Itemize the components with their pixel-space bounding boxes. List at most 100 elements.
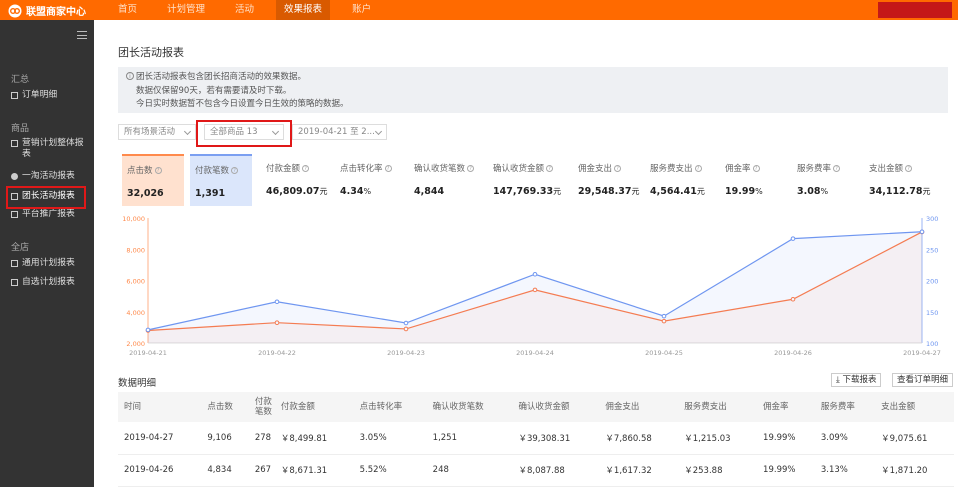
sidebar-item-marketing-plan[interactable]: 营销计划整体报表 bbox=[11, 138, 91, 160]
button-label: 下载报表 bbox=[842, 375, 877, 385]
metric-unit: 元 bbox=[922, 187, 931, 196]
metric-value-row: 19.99% bbox=[725, 186, 788, 197]
table-cell: ￥1,215.03 bbox=[678, 422, 758, 455]
help-icon[interactable]: ? bbox=[546, 164, 554, 172]
metric-value: 32,026 bbox=[127, 188, 164, 199]
column-header[interactable]: 点击数 bbox=[201, 392, 249, 422]
menu-toggle-icon[interactable] bbox=[77, 31, 87, 39]
metric-card[interactable]: 付款笔数? 1,391 bbox=[190, 154, 252, 206]
metric-card[interactable]: 点击数? 32,026 bbox=[122, 154, 184, 206]
metric-unit: % bbox=[755, 187, 763, 196]
metric-label-text: 支出金额 bbox=[869, 164, 904, 174]
share-icon bbox=[11, 211, 18, 218]
sidebar-item-etao[interactable]: 一淘活动报表 bbox=[11, 171, 75, 182]
help-icon[interactable]: ? bbox=[833, 164, 841, 172]
metric-label: 服务费支出? bbox=[650, 162, 717, 174]
detail-table: 时间 点击数 付款笔数 付款金额 点击转化率 确认收货笔数 确认收货金额 佣金支出 服务费支出佣… bbox=[118, 392, 954, 487]
y-left-tick-label: 2,000 bbox=[126, 340, 145, 348]
data-point bbox=[403, 320, 409, 326]
table-cell: 2019-04-26 bbox=[118, 454, 202, 487]
sidebar-item-custom-plan[interactable]: 自选计划报表 bbox=[11, 277, 75, 288]
metric-value-row: 4,564.41元 bbox=[650, 186, 717, 197]
help-icon[interactable]: ? bbox=[384, 164, 392, 172]
sidebar-item-platform[interactable]: 平台推广报表 bbox=[11, 209, 75, 220]
y-right-tick-label: 200 bbox=[926, 278, 938, 286]
column-header[interactable]: 支出金额 bbox=[875, 392, 954, 422]
metric-card[interactable]: 佣金支出? 29,548.37元 bbox=[573, 154, 641, 206]
column-header[interactable]: 付款笔数 bbox=[248, 392, 275, 422]
help-icon[interactable]: ? bbox=[231, 166, 239, 174]
download-report-button[interactable]: ⤓ 下载报表 bbox=[831, 373, 882, 387]
sidebar-item-order-detail[interactable]: 订单明细 bbox=[11, 90, 57, 101]
metric-card[interactable]: 确认收货笔数? 4,844 bbox=[409, 154, 484, 206]
sidebar: 汇总 订单明细 商品 营销计划整体报表 一淘活动报表 团长活动报表 平台推广报表… bbox=[0, 20, 94, 487]
metric-unit: % bbox=[820, 187, 829, 196]
column-header[interactable]: 服务费率 bbox=[814, 392, 876, 422]
column-header[interactable]: 时间 bbox=[118, 392, 202, 422]
nav-home[interactable]: 首页 bbox=[118, 0, 137, 20]
metric-card[interactable]: 付款金额? 46,809.07元 bbox=[261, 154, 331, 206]
help-icon[interactable]: ? bbox=[905, 164, 913, 172]
help-icon[interactable]: ? bbox=[614, 164, 622, 172]
table-cell: 9,106 bbox=[201, 422, 249, 455]
metric-label-text: 佣金支出 bbox=[578, 164, 613, 174]
column-header[interactable]: 付款金额 bbox=[274, 392, 354, 422]
help-icon[interactable]: ? bbox=[154, 166, 162, 174]
column-header[interactable]: 佣金支出 bbox=[599, 392, 679, 422]
metric-label-text: 服务费率 bbox=[797, 164, 832, 174]
view-orders-button[interactable]: 查看订单明细 bbox=[892, 373, 954, 387]
data-point bbox=[919, 229, 925, 235]
metric-label-text: 点击转化率 bbox=[340, 164, 383, 174]
column-header[interactable]: 确认收货笔数 bbox=[426, 392, 513, 422]
metric-unit: % bbox=[363, 187, 372, 196]
metric-value: 29,548.37 bbox=[578, 186, 632, 197]
table-cell: 19.99% bbox=[757, 422, 815, 455]
metric-label-text: 付款金额 bbox=[266, 164, 301, 174]
logo-icon bbox=[8, 4, 22, 17]
table-header: 时间 点击数 付款笔数 付款金额 点击转化率 确认收货笔数 确认收货金额 佣金支出 服务费支出佣… bbox=[118, 392, 954, 422]
metric-label: 付款金额? bbox=[266, 162, 331, 174]
nav-activity[interactable]: 活动 bbox=[235, 0, 254, 20]
table-cell: ￥8,671.31 bbox=[274, 454, 354, 487]
metric-card[interactable]: 点击转化率? 4.34% bbox=[335, 154, 405, 206]
metric-label: 确认收货金额? bbox=[493, 162, 568, 174]
gift-icon bbox=[11, 140, 18, 147]
scene-select[interactable]: 所有场景活动 bbox=[118, 124, 196, 140]
nav-account[interactable]: 账户 bbox=[352, 0, 371, 20]
metric-card[interactable]: 佣金率? 19.99% bbox=[720, 154, 788, 206]
table-cell: ￥1,617.32 bbox=[599, 454, 679, 487]
metric-value-row: 29,548.37元 bbox=[578, 186, 641, 197]
metric-card[interactable]: 服务费率? 3.08% bbox=[792, 154, 860, 206]
date-range-picker[interactable]: 2019-04-21 至 2... bbox=[292, 124, 387, 140]
y-right-tick-label: 250 bbox=[926, 246, 938, 254]
column-header[interactable]: 佣金率 bbox=[757, 392, 815, 422]
select-value: 所有场景活动 bbox=[124, 127, 176, 137]
metric-value: 3.08 bbox=[797, 186, 821, 197]
column-header[interactable]: 确认收货金额 bbox=[512, 392, 600, 422]
y-left-tick-label: 8,000 bbox=[126, 246, 145, 254]
help-icon[interactable]: ? bbox=[302, 164, 310, 172]
metric-label-text: 付款笔数 bbox=[195, 166, 230, 176]
nav-plan[interactable]: 计划管理 bbox=[167, 0, 205, 20]
data-point bbox=[661, 313, 667, 319]
select-value: 2019-04-21 至 2... bbox=[298, 127, 375, 137]
metric-card[interactable]: 支出金额? 34,112.78元 bbox=[864, 154, 944, 206]
logo[interactable]: 联盟商家中心 bbox=[8, 3, 86, 18]
column-header[interactable]: 点击转化率 bbox=[353, 392, 427, 422]
metric-value-row: 4.34% bbox=[340, 186, 405, 197]
chevron-down-icon bbox=[374, 127, 383, 136]
column-header[interactable]: 服务费支出 bbox=[678, 392, 758, 422]
metric-value: 4,844 bbox=[414, 186, 445, 197]
help-icon[interactable]: ? bbox=[467, 164, 475, 172]
metric-card[interactable]: 确认收货金额? 147,769.33元 bbox=[488, 154, 568, 206]
redacted-user-area bbox=[878, 2, 952, 18]
help-icon[interactable]: ? bbox=[752, 164, 760, 172]
etao-icon bbox=[11, 173, 18, 180]
people-icon bbox=[11, 279, 18, 286]
metric-card[interactable]: 服务费支出? 4,564.41元 bbox=[645, 154, 717, 206]
nav-report[interactable]: 效果报表 bbox=[276, 0, 331, 20]
help-icon[interactable]: ? bbox=[694, 164, 702, 172]
metric-label: 服务费率? bbox=[797, 162, 860, 174]
sidebar-item-label: 通用计划报表 bbox=[22, 258, 75, 268]
sidebar-item-general-plan[interactable]: 通用计划报表 bbox=[11, 258, 75, 269]
